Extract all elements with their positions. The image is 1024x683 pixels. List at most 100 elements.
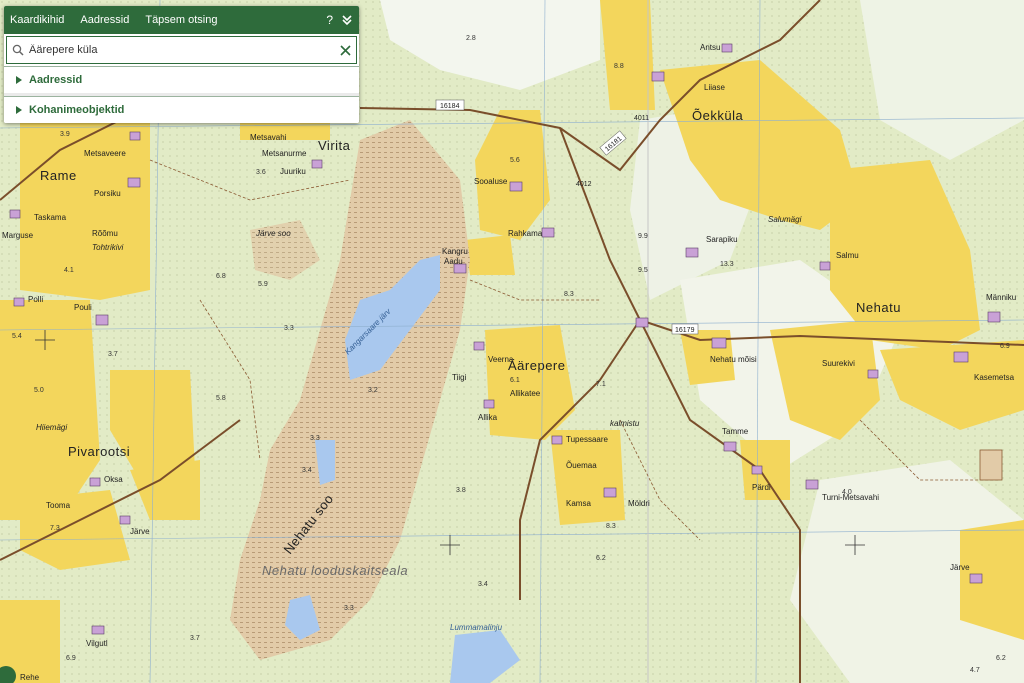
section-aadressid[interactable]: Aadressid	[4, 66, 359, 93]
spot-height: 6.9	[1000, 343, 1010, 350]
farm-label: Järve	[950, 563, 970, 572]
spot-height: 8.3	[564, 291, 574, 298]
spot-height: 9.5	[638, 267, 648, 274]
double-chevron-down-icon	[342, 15, 352, 26]
spot-height: 3.7	[108, 351, 118, 358]
collapse-button[interactable]	[341, 14, 353, 26]
farm-label: Tooma	[46, 501, 71, 510]
spot-height: 3.2	[368, 387, 378, 394]
spot-height: 3.4	[302, 467, 312, 474]
road-number: 4012	[576, 181, 592, 188]
spot-height: 8.8	[614, 63, 624, 70]
road-number: 4011	[634, 115, 649, 122]
farm-label: Kamsa	[566, 499, 591, 508]
farm-label: Männiku	[986, 293, 1016, 302]
farm-label: Kangru	[442, 247, 468, 256]
spot-height: 3.9	[60, 131, 70, 138]
spot-height: 4.7	[970, 667, 980, 674]
farm-label: Polli	[28, 295, 43, 304]
farm-label: Kasemetsa	[974, 373, 1015, 382]
spot-height: 7.3	[50, 525, 60, 532]
search-box	[6, 36, 357, 64]
tab-kaardikihid[interactable]: Kaardikihid	[10, 14, 64, 26]
farm-label: Salumägi	[768, 215, 802, 224]
spot-height: 3.7	[190, 635, 200, 642]
farm-label: Lummamalinju	[450, 623, 503, 632]
spot-height: 3.4	[478, 581, 488, 588]
spot-height: 5.9	[258, 281, 268, 288]
spot-height: 6.9	[66, 655, 76, 662]
spot-height: 6.8	[216, 273, 226, 280]
farm-label: Antsu	[700, 43, 720, 52]
farm-label: Marguse	[2, 231, 34, 240]
spot-height: 3.3	[310, 435, 320, 442]
place-label-oekkula: Õekküla	[692, 108, 743, 123]
place-label-rame: Rame	[40, 168, 77, 183]
place-label-nehatu-looduskaitseala: Nehatu looduskaitseala	[262, 563, 408, 578]
spot-height: 2.8	[466, 35, 476, 42]
place-label-nehatu: Nehatu	[856, 300, 901, 315]
farm-label: Sooaluse	[474, 177, 508, 186]
place-label-pivarootsi: Pivarootsi	[68, 444, 130, 459]
farm-label: Õuemaa	[566, 461, 597, 470]
tab-tapsem-otsing[interactable]: Täpsem otsing	[145, 14, 217, 26]
spot-height: 3.3	[344, 605, 354, 612]
farm-label: Metsavahi	[250, 133, 287, 142]
section-label: Aadressid	[29, 74, 83, 86]
spot-height: 6.1	[510, 377, 520, 384]
spot-height: 3.6	[256, 169, 266, 176]
farm-label: Taskama	[34, 213, 67, 222]
help-button[interactable]: ?	[326, 13, 333, 27]
search-input[interactable]	[29, 44, 334, 56]
farm-label: Järve soo	[255, 229, 291, 238]
farm-label: Tiigi	[452, 373, 467, 382]
farm-label: Pärdi	[752, 483, 771, 492]
farm-label: Suurekivi	[822, 359, 855, 368]
spot-height: 9.9	[638, 233, 648, 240]
spot-height: 5.4	[12, 333, 22, 340]
farm-label: Porsiku	[94, 189, 121, 198]
road-number: 16184	[440, 103, 460, 110]
farm-label: Tamme	[722, 427, 749, 436]
farm-label: Nehatu mõisi	[710, 355, 757, 364]
farm-label: Järve	[130, 527, 150, 536]
spot-height: 7.1	[596, 381, 606, 388]
spot-height: 8.3	[606, 523, 616, 530]
expand-triangle-icon	[16, 76, 22, 84]
farm-label: Allika	[478, 413, 498, 422]
spot-height: 5.0	[34, 387, 44, 394]
farm-label: Pouli	[74, 303, 92, 312]
farm-label: Rehe	[20, 673, 40, 682]
clear-search-button[interactable]	[334, 44, 356, 56]
farm-label: Sarapiku	[706, 235, 738, 244]
spot-height: 3.8	[456, 487, 466, 494]
section-kohanimeobjektid[interactable]: Kohanimeobjektid	[4, 96, 359, 123]
farm-label: Salmu	[836, 251, 859, 260]
farm-label: Juuriku	[280, 167, 306, 176]
farm-label: Tohtrikivi	[92, 243, 123, 252]
farm-label: Allikatee	[510, 389, 541, 398]
spot-height: 5.8	[216, 395, 226, 402]
spot-height: 5.6	[510, 157, 520, 164]
spot-height: 6.2	[996, 655, 1006, 662]
spot-height: 4.0	[842, 489, 852, 496]
farm-label: Metsanurme	[262, 149, 307, 158]
expand-triangle-icon	[16, 106, 22, 114]
section-label: Kohanimeobjektid	[29, 104, 125, 116]
spot-height: 4.1	[64, 267, 74, 274]
spot-height: 6.2	[596, 555, 606, 562]
farm-label: Metsaveere	[84, 149, 126, 158]
farm-label: Möldri	[628, 499, 650, 508]
search-icon	[7, 44, 29, 56]
farm-label: Rõõmu	[92, 229, 118, 238]
place-label-virita: Virita	[318, 138, 351, 153]
search-panel: Kaardikihid Aadressid Täpsem otsing ? Aa…	[4, 6, 359, 123]
farm-label: Tupessaare	[566, 435, 609, 444]
farm-label: Oksa	[104, 475, 123, 484]
farm-label: Vilgutl	[86, 639, 108, 648]
farm-label: Rahkama	[508, 229, 543, 238]
spot-height: 3.3	[284, 325, 294, 332]
place-label-aarepere: Äärepere	[508, 358, 565, 373]
tab-aadressid[interactable]: Aadressid	[80, 14, 129, 26]
farm-label: Veerna	[488, 355, 514, 364]
